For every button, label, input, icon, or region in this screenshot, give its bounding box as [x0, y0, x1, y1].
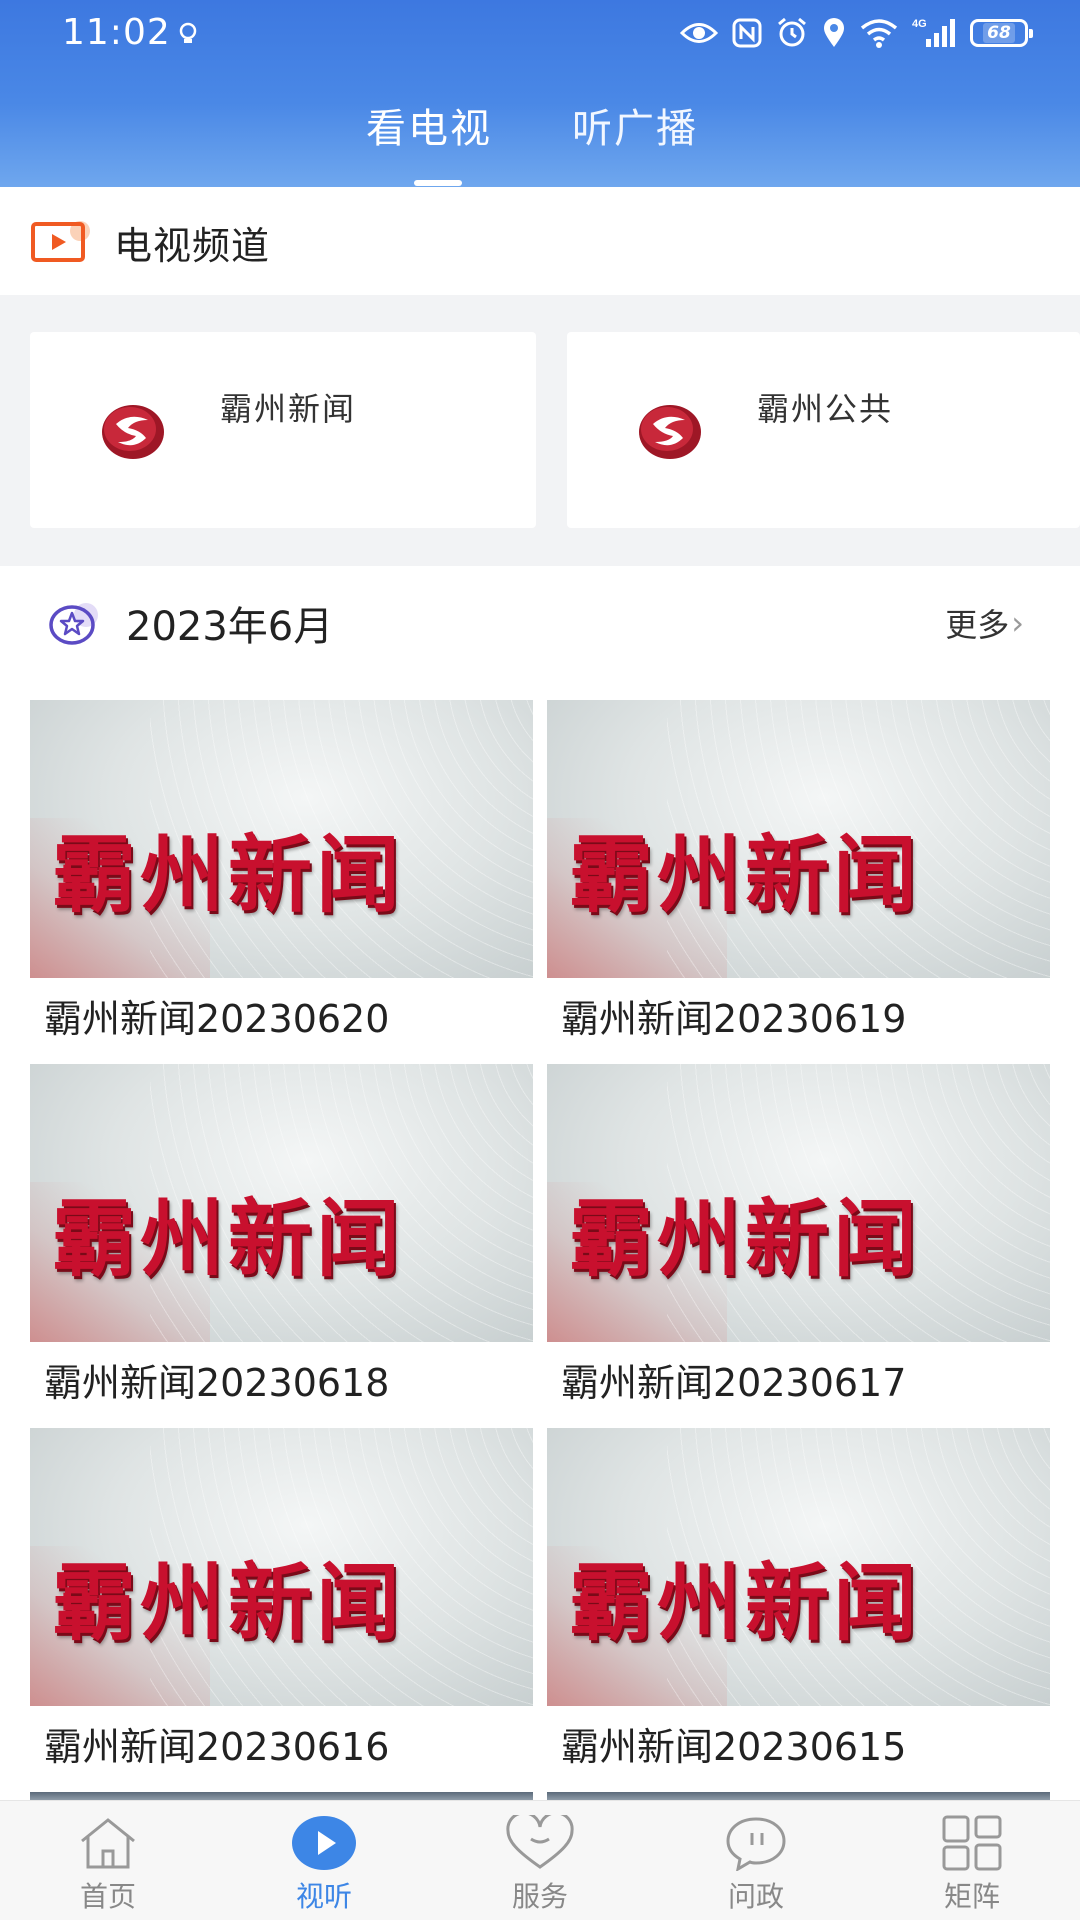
- nav-label: 服务: [511, 1880, 568, 1913]
- video-title: 霸州新闻20230620: [44, 997, 390, 1041]
- video-title: 霸州新闻20230616: [44, 1725, 390, 1769]
- video-thumbnail: 霸州新闻: [30, 1064, 533, 1342]
- video-thumbnail-partial[interactable]: [30, 1792, 533, 1800]
- channel-name: 霸州公共: [757, 390, 894, 428]
- video-thumbnail: 霸州新闻: [547, 1428, 1050, 1706]
- battery-level: 68: [983, 23, 1015, 43]
- top-tabs: 看电视 听广播: [0, 96, 1080, 160]
- video-title: 霸州新闻20230618: [44, 1361, 390, 1405]
- thumbnail-title: 霸州新闻: [52, 1189, 405, 1288]
- video-card[interactable]: 霸州新闻 霸州新闻20230620: [30, 700, 533, 1043]
- video-thumbnail: 霸州新闻: [30, 700, 533, 978]
- chevron-right-icon: ›: [1011, 604, 1024, 642]
- channel-card[interactable]: 霸州公共: [567, 332, 1080, 528]
- star-badge-icon: [49, 603, 98, 645]
- tab-watch-tv[interactable]: 看电视: [366, 96, 492, 154]
- video-card[interactable]: 霸州新闻 霸州新闻20230619: [547, 700, 1050, 1043]
- nav-item-media[interactable]: 视听: [244, 1801, 404, 1920]
- nav-item-home[interactable]: 首页: [28, 1801, 188, 1920]
- channel-logo-icon: [639, 405, 701, 459]
- thumbnail-title: 霸州新闻: [52, 825, 405, 924]
- tab-indicator: [414, 180, 462, 186]
- battery-icon: 68: [970, 19, 1033, 47]
- video-thumbnail: 霸州新闻: [547, 700, 1050, 978]
- video-card[interactable]: 霸州新闻 霸州新闻20230618: [30, 1064, 533, 1407]
- svg-text:4G: 4G: [912, 18, 927, 30]
- video-title: 霸州新闻20230619: [561, 997, 907, 1041]
- eye-icon: [680, 23, 718, 43]
- lightbulb-icon: [179, 22, 197, 43]
- channel-name: 霸州新闻: [220, 390, 357, 428]
- status-time: 11:02: [62, 12, 171, 53]
- header: 11:02 4G 68 看电视 听广播: [0, 0, 1080, 187]
- nfc-icon: [732, 18, 762, 48]
- bottom-nav: 首页 视听 服务 问政 矩阵: [0, 1800, 1080, 1920]
- nav-item-matrix[interactable]: 矩阵: [892, 1801, 1052, 1920]
- video-title: 霸州新闻20230617: [561, 1361, 907, 1405]
- tab-listen-radio[interactable]: 听广播: [572, 96, 698, 154]
- tv-channel-header: 电视频道: [0, 187, 1080, 295]
- wifi-icon: [860, 19, 898, 48]
- video-card[interactable]: 霸州新闻 霸州新闻20230616: [30, 1428, 533, 1771]
- nav-label: 首页: [79, 1880, 136, 1913]
- play-icon: [292, 1816, 356, 1870]
- section-title: 电视频道: [114, 224, 271, 268]
- channel-card[interactable]: 霸州新闻: [30, 332, 536, 528]
- status-bar: 11:02 4G 68: [0, 0, 1080, 64]
- thumbnail-title: 霸州新闻: [52, 1553, 405, 1652]
- more-link[interactable]: 更多 ›: [945, 600, 1024, 646]
- heart-icon: [506, 1815, 574, 1869]
- month-title: 2023年6月: [126, 604, 334, 650]
- video-card[interactable]: 霸州新闻 霸州新闻20230615: [547, 1428, 1050, 1771]
- thumbnail-title: 霸州新闻: [569, 1553, 922, 1652]
- nav-item-inquiry[interactable]: 问政: [676, 1801, 836, 1920]
- thumbnail-title: 霸州新闻: [569, 825, 922, 924]
- nav-label: 矩阵: [943, 1880, 1000, 1913]
- location-icon: [824, 18, 844, 47]
- video-thumbnail-partial[interactable]: [547, 1792, 1050, 1800]
- grid-icon: [942, 1815, 1002, 1871]
- alarm-icon: [778, 17, 806, 47]
- channel-logo-icon: [102, 405, 164, 459]
- nav-item-service[interactable]: 服务: [460, 1801, 620, 1920]
- video-card[interactable]: 霸州新闻 霸州新闻20230617: [547, 1064, 1050, 1407]
- thumbnail-title: 霸州新闻: [569, 1189, 922, 1288]
- nav-label: 问政: [727, 1880, 784, 1913]
- chat-icon: [726, 1817, 786, 1871]
- home-icon: [81, 1818, 135, 1869]
- signal-icon: 4G: [912, 18, 955, 47]
- tv-play-icon: [31, 221, 90, 262]
- nav-label: 视听: [295, 1880, 352, 1913]
- video-thumbnail: 霸州新闻: [30, 1428, 533, 1706]
- more-label: 更多: [945, 606, 1010, 644]
- video-thumbnail: 霸州新闻: [547, 1064, 1050, 1342]
- video-title: 霸州新闻20230615: [561, 1725, 907, 1769]
- status-icons: 4G 68: [680, 16, 1033, 50]
